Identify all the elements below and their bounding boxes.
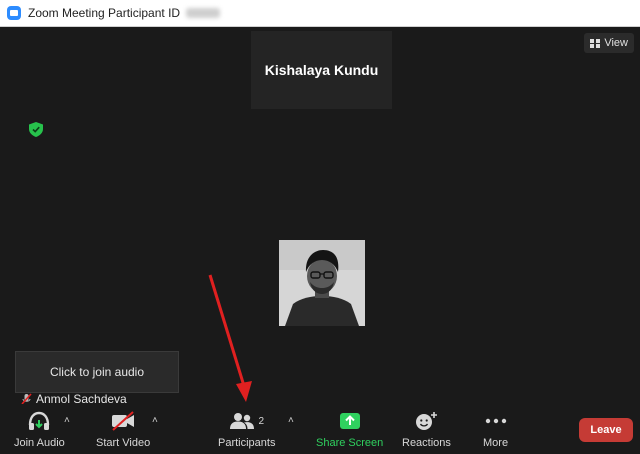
window-title: Zoom Meeting Participant ID — [28, 6, 181, 20]
share-screen-label: Share Screen — [316, 437, 384, 449]
join-audio-popup[interactable]: Click to join audio — [15, 351, 179, 393]
participants-button[interactable]: 2 Participants — [218, 410, 275, 449]
join-audio-button[interactable]: Join Audio — [14, 410, 65, 449]
participant-photo — [279, 240, 365, 326]
video-options-caret[interactable]: ˄ — [152, 415, 158, 426]
start-video-button[interactable]: Start Video — [96, 410, 150, 449]
join-audio-label: Join Audio — [14, 437, 65, 449]
zoom-logo-icon — [7, 6, 21, 20]
audio-options-caret[interactable]: ˄ — [64, 415, 70, 426]
view-button[interactable]: View — [584, 33, 634, 53]
participant-video-thumbnail[interactable] — [279, 240, 365, 326]
grid-view-icon — [590, 38, 601, 48]
video-off-icon — [112, 411, 135, 431]
security-shield-icon[interactable] — [29, 122, 43, 137]
more-dots-icon — [485, 418, 506, 424]
title-bar: Zoom Meeting Participant ID — [0, 0, 640, 27]
more-button[interactable]: More — [483, 410, 508, 449]
reactions-button[interactable]: Reactions — [402, 410, 451, 449]
start-video-label: Start Video — [96, 437, 151, 449]
share-screen-icon — [339, 413, 360, 429]
share-screen-button[interactable]: Share Screen — [316, 410, 383, 449]
participants-count: 2 — [258, 415, 265, 427]
view-button-label: View — [604, 37, 628, 49]
reactions-label: Reactions — [402, 437, 451, 449]
speaker-name-tile[interactable]: Kishalaya Kundu — [251, 31, 392, 109]
participants-label: Participants — [218, 437, 276, 449]
more-label: More — [483, 437, 509, 449]
reactions-icon — [416, 412, 438, 430]
participants-icon — [230, 413, 255, 429]
meeting-toolbar: Join Audio ˄ Start Video ˄ 2 Participant… — [0, 404, 640, 454]
leave-label: Leave — [590, 424, 622, 436]
speaker-name: Kishalaya Kundu — [264, 62, 379, 78]
join-audio-popup-text: Click to join audio — [49, 365, 145, 379]
blurred-meeting-id — [186, 8, 221, 18]
participants-options-caret[interactable]: ˄ — [288, 415, 294, 426]
leave-button[interactable]: Leave — [579, 418, 633, 442]
headphones-icon — [29, 411, 50, 430]
